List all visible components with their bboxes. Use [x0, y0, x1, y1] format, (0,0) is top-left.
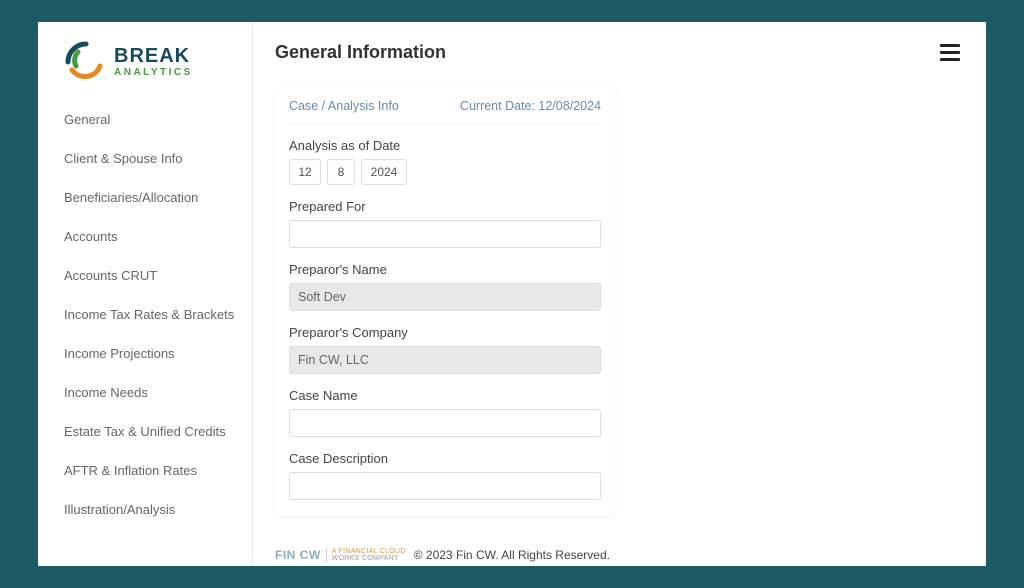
preparor-company-group: Preparor's Company — [289, 325, 601, 374]
page-title: General Information — [275, 42, 446, 63]
app-window: BREAK ANALYTICS General Client & Spouse … — [38, 22, 986, 566]
current-date-label: Current Date: 12/08/2024 — [460, 99, 601, 113]
date-year-input[interactable] — [361, 159, 407, 185]
preparor-name-group: Preparor's Name — [289, 262, 601, 311]
sidebar-item-general[interactable]: General — [64, 112, 252, 127]
logo-icon — [64, 40, 108, 84]
sidebar-item-estate-tax[interactable]: Estate Tax & Unified Credits — [64, 424, 252, 439]
footer-tagline: A FINANCIAL CLOUD WORKS COMPANY — [326, 548, 406, 562]
sidebar-item-accounts-crut[interactable]: Accounts CRUT — [64, 268, 252, 283]
card-header: Case / Analysis Info Current Date: 12/08… — [289, 99, 601, 124]
preparor-company-label: Preparor's Company — [289, 325, 601, 340]
logo-main: BREAK — [114, 46, 193, 66]
case-name-input[interactable] — [289, 409, 601, 437]
sidebar-item-income-tax[interactable]: Income Tax Rates & Brackets — [64, 307, 252, 322]
menu-icon[interactable] — [936, 40, 964, 65]
prepared-for-label: Prepared For — [289, 199, 601, 214]
sidebar-item-income-needs[interactable]: Income Needs — [64, 385, 252, 400]
analysis-date-group: Analysis as of Date — [289, 138, 601, 185]
footer: FIN CW A FINANCIAL CLOUD WORKS COMPANY ©… — [275, 548, 610, 562]
main-content: General Information Case / Analysis Info… — [253, 22, 986, 566]
sidebar-item-illustration[interactable]: Illustration/Analysis — [64, 502, 252, 517]
logo-text: BREAK ANALYTICS — [114, 46, 193, 78]
section-title: Case / Analysis Info — [289, 99, 399, 113]
case-name-label: Case Name — [289, 388, 601, 403]
case-info-card: Case / Analysis Info Current Date: 12/08… — [275, 87, 615, 516]
preparor-company-input — [289, 346, 601, 374]
date-row — [289, 159, 601, 185]
prepared-for-group: Prepared For — [289, 199, 601, 248]
footer-logo: FIN CW A FINANCIAL CLOUD WORKS COMPANY — [275, 548, 406, 562]
copyright-text: © 2023 Fin CW. All Rights Reserved. — [414, 548, 610, 562]
case-description-group: Case Description — [289, 451, 601, 500]
case-name-group: Case Name — [289, 388, 601, 437]
sidebar: BREAK ANALYTICS General Client & Spouse … — [38, 22, 253, 566]
date-day-input[interactable] — [327, 159, 355, 185]
sidebar-item-aftr-inflation[interactable]: AFTR & Inflation Rates — [64, 463, 252, 478]
analysis-date-label: Analysis as of Date — [289, 138, 601, 153]
logo-sub: ANALYTICS — [114, 68, 193, 78]
sidebar-item-beneficiaries[interactable]: Beneficiaries/Allocation — [64, 190, 252, 205]
case-description-label: Case Description — [289, 451, 601, 466]
preparor-name-input — [289, 283, 601, 311]
preparor-name-label: Preparor's Name — [289, 262, 601, 277]
sidebar-item-accounts[interactable]: Accounts — [64, 229, 252, 244]
case-description-input[interactable] — [289, 472, 601, 500]
footer-brand: FIN CW — [275, 548, 321, 562]
date-month-input[interactable] — [289, 159, 321, 185]
sidebar-item-income-projections[interactable]: Income Projections — [64, 346, 252, 361]
page-header: General Information — [275, 40, 964, 65]
sidebar-item-client-spouse[interactable]: Client & Spouse Info — [64, 151, 252, 166]
prepared-for-input[interactable] — [289, 220, 601, 248]
brand-logo[interactable]: BREAK ANALYTICS — [64, 40, 252, 84]
